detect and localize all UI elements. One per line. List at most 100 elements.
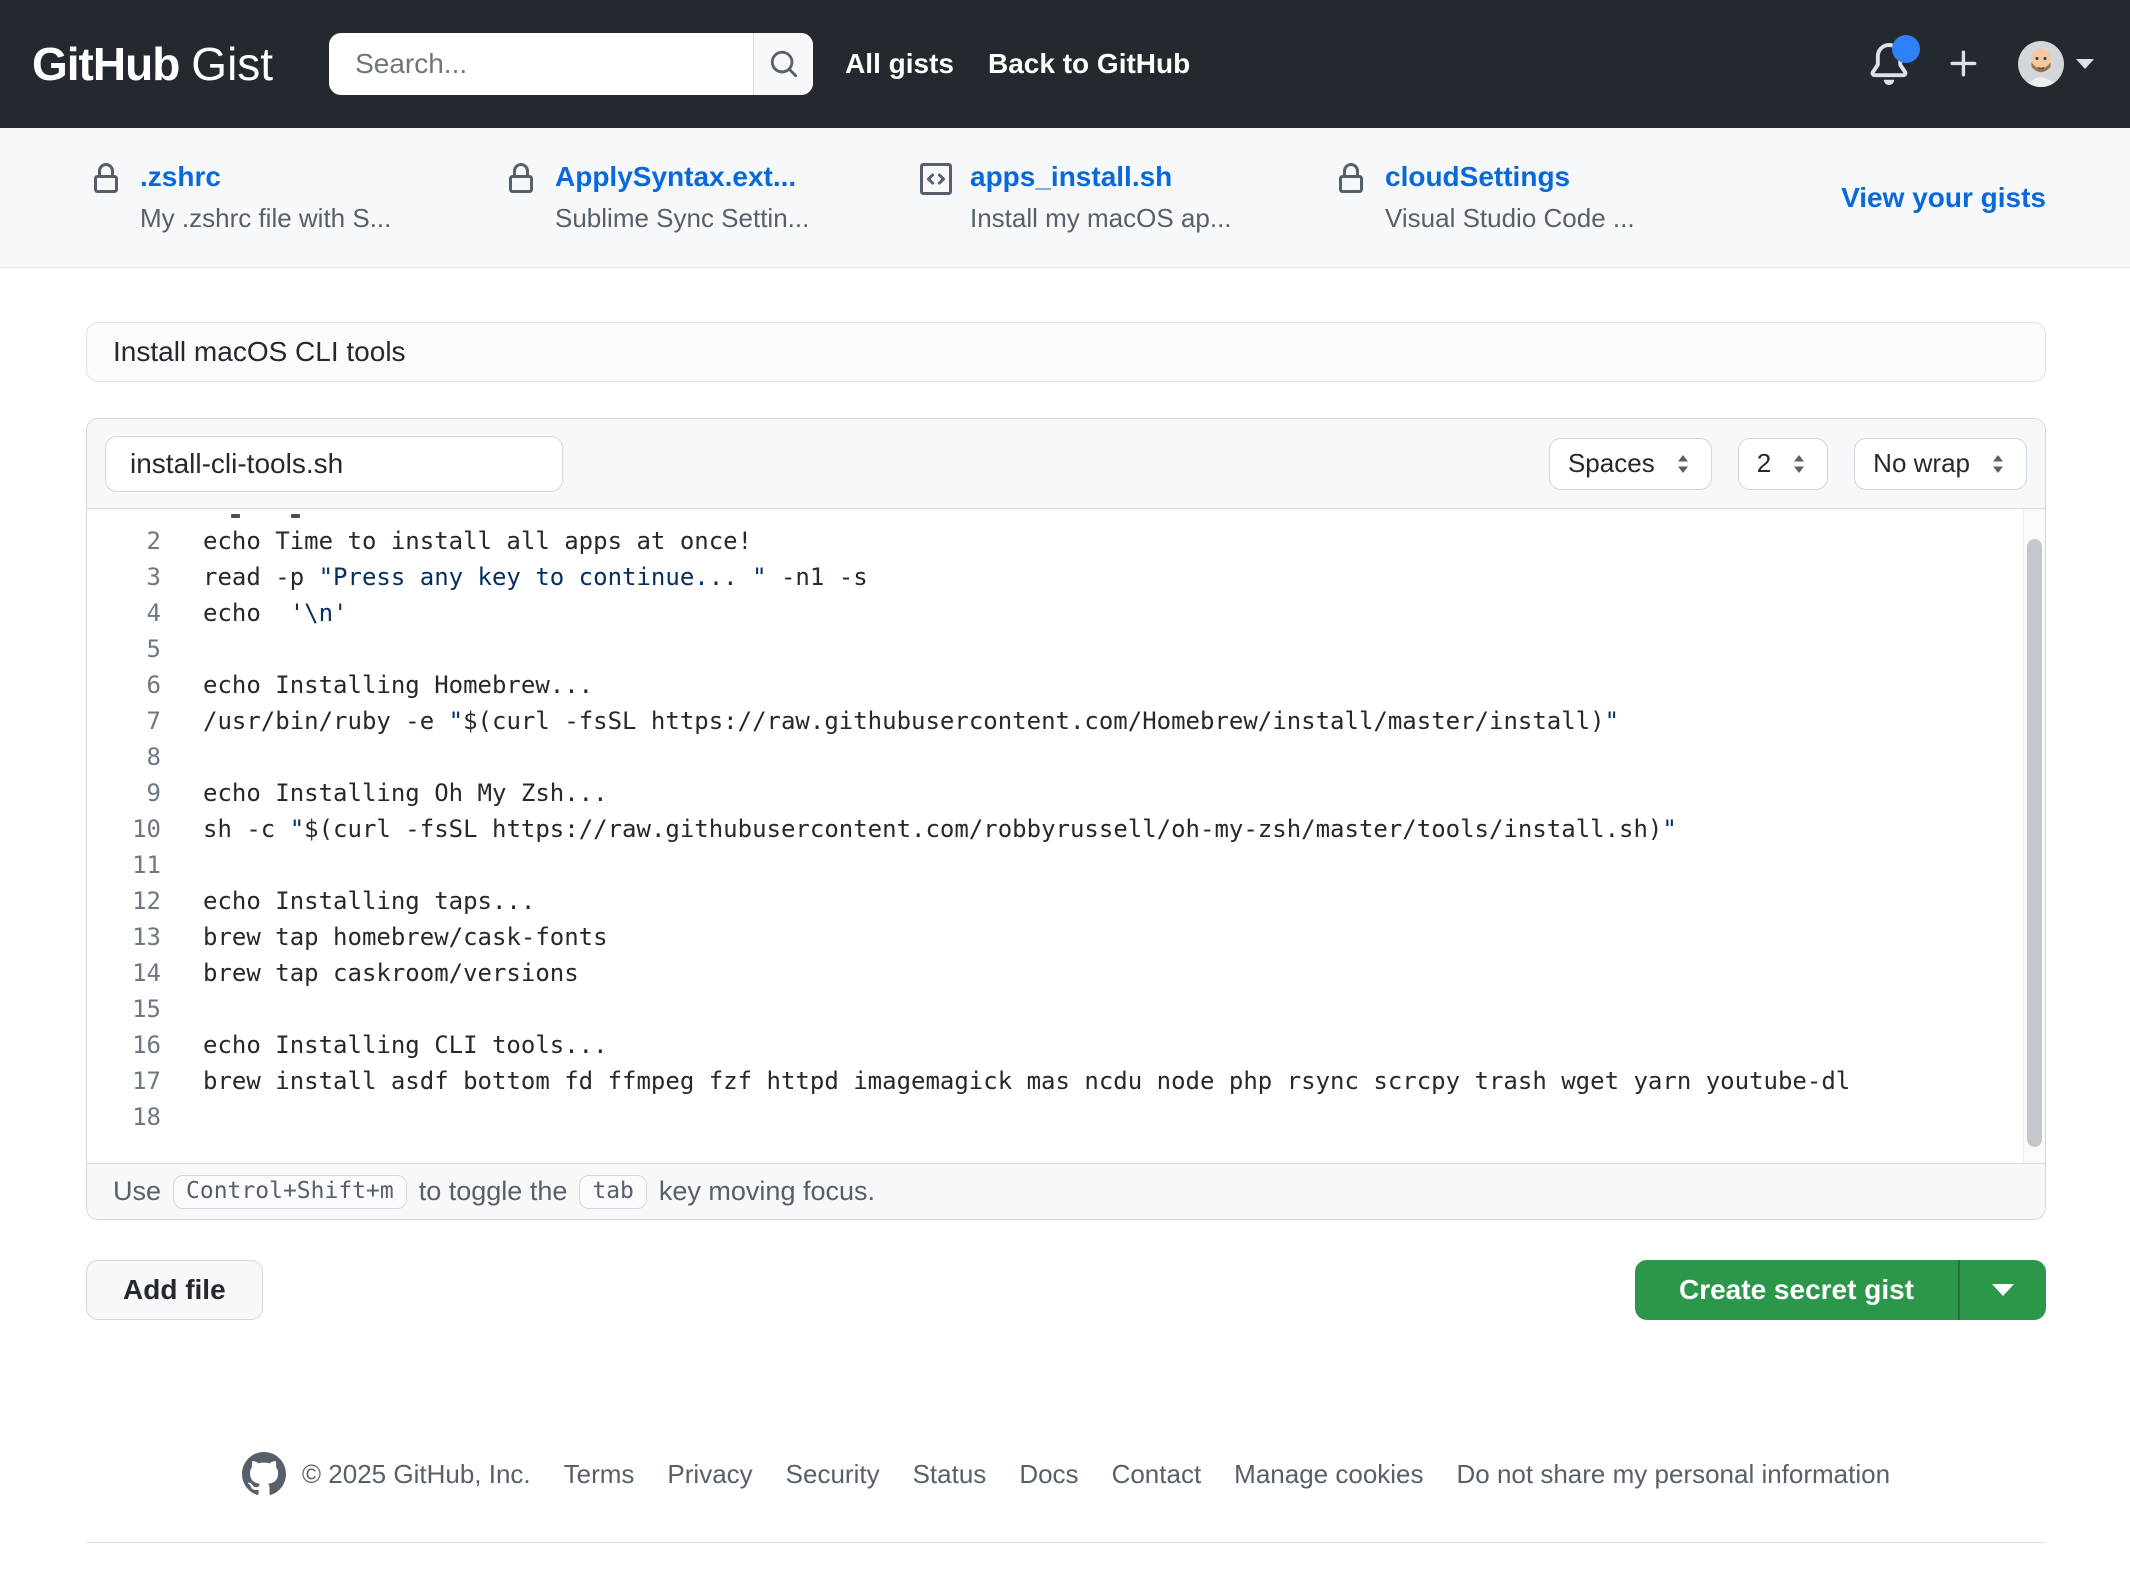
header-right <box>1868 41 2094 87</box>
new-gist-button[interactable] <box>1946 46 1982 82</box>
footer-link-0[interactable]: Terms <box>564 1459 635 1490</box>
code-line: 6echo Installing Homebrew... <box>87 667 2045 703</box>
code-line-text: sh -c "$(curl -fsSL https://raw.githubus… <box>203 811 1677 847</box>
footer-link-2[interactable]: Security <box>786 1459 880 1490</box>
line-number: 13 <box>87 919 161 955</box>
footer-links: Terms Privacy Security Status Docs Contact Man… <box>564 1459 1890 1490</box>
line-number: 12 <box>87 883 161 919</box>
gist-name-link[interactable]: .zshrc <box>140 161 391 193</box>
code-square-icon <box>920 163 952 200</box>
nav-link-0[interactable]: All gists <box>845 48 954 80</box>
line-number: 14 <box>87 955 161 991</box>
search-input[interactable] <box>329 33 753 95</box>
create-secret-gist-button[interactable]: Create secret gist <box>1635 1260 1958 1320</box>
indent-size-select[interactable]: 2 <box>1738 438 1828 490</box>
line-number: 17 <box>87 1063 161 1099</box>
gist-item: cloudSettings Visual Studio Code ... <box>1335 161 1750 233</box>
lock-icon <box>1335 163 1367 200</box>
line-number: 8 <box>87 739 161 775</box>
wrap-mode-select[interactable]: No wrap <box>1854 438 2027 490</box>
code-line-text: /usr/bin/ruby -e "$(curl -fsSL https://r… <box>203 703 1619 739</box>
lock-icon <box>505 163 537 200</box>
code-line-text: echo Installing taps... <box>203 883 535 919</box>
line-number: 7 <box>87 703 161 739</box>
gist-item: .zshrc My .zshrc file with S... <box>90 161 505 233</box>
bottom-divider <box>86 1542 2046 1543</box>
user-menu-button[interactable] <box>2018 41 2094 87</box>
chevron-down-icon <box>2076 59 2094 69</box>
gist-name-link[interactable]: cloudSettings <box>1385 161 1635 193</box>
code-line-text: echo Installing Oh My Zsh... <box>203 775 608 811</box>
kbd-control-shift-m: Control+Shift+m <box>173 1175 407 1209</box>
stepper-arrows-icon <box>1988 452 2008 476</box>
code-line-text: brew tap homebrew/cask-fonts <box>203 919 608 955</box>
code-line: 17 brew install asdf bottom fd ffmpeg fzf… <box>87 1063 2045 1099</box>
code-line: 10sh -c "$(curl -fsSL https://raw.github… <box>87 811 2045 847</box>
header-nav: All gists Back to GitHub <box>845 48 1190 80</box>
code-editor[interactable]: 2echo Time to install all apps at once!3… <box>87 509 2045 1163</box>
create-gist-options-button[interactable] <box>1958 1260 2046 1320</box>
line-number: 2 <box>87 523 161 559</box>
gist-name-link[interactable]: ApplySyntax.ext... <box>555 161 809 193</box>
line-number: 11 <box>87 847 161 883</box>
notification-dot <box>1892 35 1920 63</box>
footer-link-4[interactable]: Docs <box>1019 1459 1078 1490</box>
code-line: 12 echo Installing taps... <box>87 883 2045 919</box>
clipped-line-fragment <box>231 514 240 518</box>
nav-link-1[interactable]: Back to GitHub <box>988 48 1190 80</box>
filename-input[interactable] <box>105 436 563 492</box>
code-line: 11 <box>87 847 2045 883</box>
gist-description: Visual Studio Code ... <box>1385 203 1635 234</box>
search-box <box>329 33 813 95</box>
add-file-button[interactable]: Add file <box>86 1260 263 1320</box>
code-lines: 2echo Time to install all apps at once!3… <box>87 509 2045 1135</box>
plus-icon <box>1946 46 1982 82</box>
file-card: Spaces 2 No wrap 2echo Time to install a… <box>86 418 2046 1220</box>
indent-mode-select[interactable]: Spaces <box>1549 438 1712 490</box>
line-number: 18 <box>87 1099 161 1135</box>
line-number: 15 <box>87 991 161 1027</box>
notifications-button[interactable] <box>1868 43 1910 85</box>
app-header: GitHub Gist All gists Back to GitHub <box>0 0 2130 128</box>
code-line: 16echo Installing CLI tools... <box>87 1027 2045 1063</box>
code-line: 15 <box>87 991 2045 1027</box>
hint-suffix: key moving focus. <box>659 1176 875 1207</box>
gist-name-link[interactable]: apps_install.sh <box>970 161 1232 193</box>
footer-link-1[interactable]: Privacy <box>667 1459 752 1490</box>
code-line-text: brew install asdf bottom fd ffmpeg fzf h… <box>203 1063 1850 1099</box>
code-line: 13 brew tap homebrew/cask-fonts <box>87 919 2045 955</box>
code-line: 14brew tap caskroom/versions <box>87 955 2045 991</box>
github-gist-logo[interactable]: GitHub Gist <box>32 37 273 91</box>
logo-brand: GitHub <box>32 37 179 91</box>
gist-bar-items: .zshrc My .zshrc file with S... ApplySynt… <box>90 161 1841 233</box>
code-line: 2echo Time to install all apps at once! <box>87 523 2045 559</box>
footer-link-5[interactable]: Contact <box>1112 1459 1202 1490</box>
code-line: 18 <box>87 1099 2045 1135</box>
code-line: 4 echo '\n' <box>87 595 2045 631</box>
line-number: 4 <box>87 595 161 631</box>
hint-prefix: Use <box>113 1176 161 1207</box>
copyright-text: © 2025 GitHub, Inc. <box>302 1459 531 1490</box>
indent-mode-value: Spaces <box>1568 448 1655 479</box>
code-line-text: echo Installing CLI tools... <box>203 1027 608 1063</box>
kbd-tab: tab <box>579 1175 647 1209</box>
footer-link-7[interactable]: Do not share my personal information <box>1457 1459 1891 1490</box>
editor-scrollbar-track[interactable] <box>2023 509 2045 1163</box>
code-line: 9echo Installing Oh My Zsh... <box>87 775 2045 811</box>
search-button[interactable] <box>753 33 813 95</box>
line-number: 3 <box>87 559 161 595</box>
github-mark-icon <box>242 1452 286 1496</box>
gist-description-input[interactable] <box>86 322 2046 382</box>
avatar <box>2018 41 2064 87</box>
gist-description: Sublime Sync Settin... <box>555 203 809 234</box>
footer-link-3[interactable]: Status <box>913 1459 987 1490</box>
footer-link-6[interactable]: Manage cookies <box>1234 1459 1423 1490</box>
editor-scrollbar-thumb[interactable] <box>2027 539 2042 1147</box>
lock-icon <box>90 163 122 200</box>
gist-description: My .zshrc file with S... <box>140 203 391 234</box>
code-line: 3read -p "Press any key to continue... "… <box>87 559 2045 595</box>
code-line-text: echo '\n' <box>203 595 348 631</box>
footer-copyright: © 2025 GitHub, Inc. <box>242 1452 531 1496</box>
view-your-gists-link[interactable]: View your gists <box>1841 182 2046 214</box>
code-line-text: echo Installing Homebrew... <box>203 667 593 703</box>
